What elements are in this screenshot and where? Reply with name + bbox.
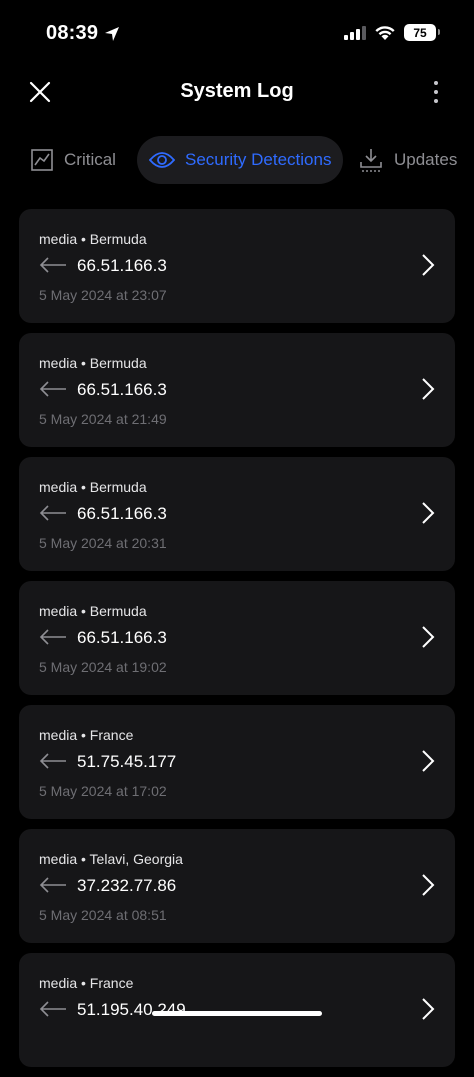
- arrow-left-icon: [39, 629, 66, 645]
- chevron-right-icon: [422, 502, 435, 524]
- log-entry[interactable]: media • Bermuda 66.51.166.3 5 May 2024 a…: [19, 581, 455, 695]
- arrow-left-icon: [39, 257, 66, 273]
- log-source: media • Bermuda: [39, 603, 147, 619]
- nav-header: System Log: [0, 70, 474, 114]
- log-source: media • Telavi, Georgia: [39, 851, 183, 867]
- wifi-icon: [375, 25, 395, 40]
- log-entry[interactable]: media • Bermuda 66.51.166.3 5 May 2024 a…: [19, 457, 455, 571]
- log-list: media • Bermuda 66.51.166.3 5 May 2024 a…: [19, 209, 455, 1077]
- log-timestamp: 5 May 2024 at 08:51: [39, 907, 167, 923]
- arrow-left-icon: [39, 1001, 66, 1017]
- log-category-tabs: Critical Security Detections Updates: [0, 136, 474, 186]
- arrow-left-icon: [39, 505, 66, 521]
- arrow-left-icon: [39, 877, 66, 893]
- status-indicators: 75: [344, 24, 440, 41]
- log-ip-address: 66.51.166.3: [77, 628, 167, 647]
- tab-security-detections[interactable]: Security Detections: [137, 136, 344, 184]
- chevron-right-icon: [422, 254, 435, 276]
- tab-label: Critical: [64, 150, 116, 169]
- battery-level: 75: [413, 25, 427, 40]
- chevron-right-icon: [422, 998, 435, 1020]
- log-source: media • Bermuda: [39, 479, 147, 495]
- cellular-signal-icon: [344, 25, 366, 40]
- download-icon: [360, 149, 382, 172]
- tab-label: Updates: [394, 150, 458, 169]
- tab-critical[interactable]: Critical: [30, 136, 116, 184]
- log-ip-address: 66.51.166.3: [77, 256, 167, 275]
- log-source: media • Bermuda: [39, 231, 147, 247]
- log-entry[interactable]: media • Telavi, Georgia 37.232.77.86 5 M…: [19, 829, 455, 943]
- tab-label: Security Detections: [185, 150, 332, 169]
- log-timestamp: 5 May 2024 at 20:31: [39, 535, 167, 551]
- chevron-right-icon: [422, 750, 435, 772]
- log-timestamp: 5 May 2024 at 21:49: [39, 411, 167, 427]
- log-ip-address: 66.51.166.3: [77, 504, 167, 523]
- log-ip-address: 51.75.45.177: [77, 752, 177, 771]
- arrow-left-icon: [39, 381, 66, 397]
- log-ip-address: 66.51.166.3: [77, 380, 167, 399]
- status-bar: 08:39 75: [0, 0, 474, 70]
- chevron-right-icon: [422, 378, 435, 400]
- log-timestamp: 5 May 2024 at 19:02: [39, 659, 167, 675]
- tab-updates[interactable]: Updates: [358, 136, 457, 184]
- location-arrow-icon: [105, 26, 120, 41]
- eye-icon: [149, 152, 175, 168]
- log-source: media • Bermuda: [39, 355, 147, 371]
- battery-indicator: 75: [404, 24, 440, 41]
- log-timestamp: 5 May 2024 at 23:07: [39, 287, 167, 303]
- log-entry[interactable]: media • France 51.195.40.249: [19, 953, 455, 1067]
- log-source: media • France: [39, 975, 134, 991]
- clock: 08:39: [46, 22, 99, 44]
- vertical-ellipsis-icon: [434, 81, 438, 103]
- arrow-left-icon: [39, 753, 66, 769]
- log-entry[interactable]: media • France 51.75.45.177 5 May 2024 a…: [19, 705, 455, 819]
- more-options-button[interactable]: [420, 76, 452, 108]
- log-timestamp: 5 May 2024 at 17:02: [39, 783, 167, 799]
- chevron-right-icon: [422, 626, 435, 648]
- log-source: media • France: [39, 727, 134, 743]
- status-time: 08:39: [46, 22, 120, 45]
- page-title: System Log: [180, 80, 294, 102]
- home-indicator[interactable]: [152, 1011, 322, 1016]
- chart-icon: [31, 149, 53, 171]
- log-ip-address: 37.232.77.86: [77, 876, 177, 895]
- chevron-right-icon: [422, 874, 435, 896]
- log-entry[interactable]: media • Bermuda 66.51.166.3 5 May 2024 a…: [19, 209, 455, 323]
- log-ip-address: 51.195.40.249: [77, 1000, 186, 1019]
- log-entry[interactable]: media • Bermuda 66.51.166.3 5 May 2024 a…: [19, 333, 455, 447]
